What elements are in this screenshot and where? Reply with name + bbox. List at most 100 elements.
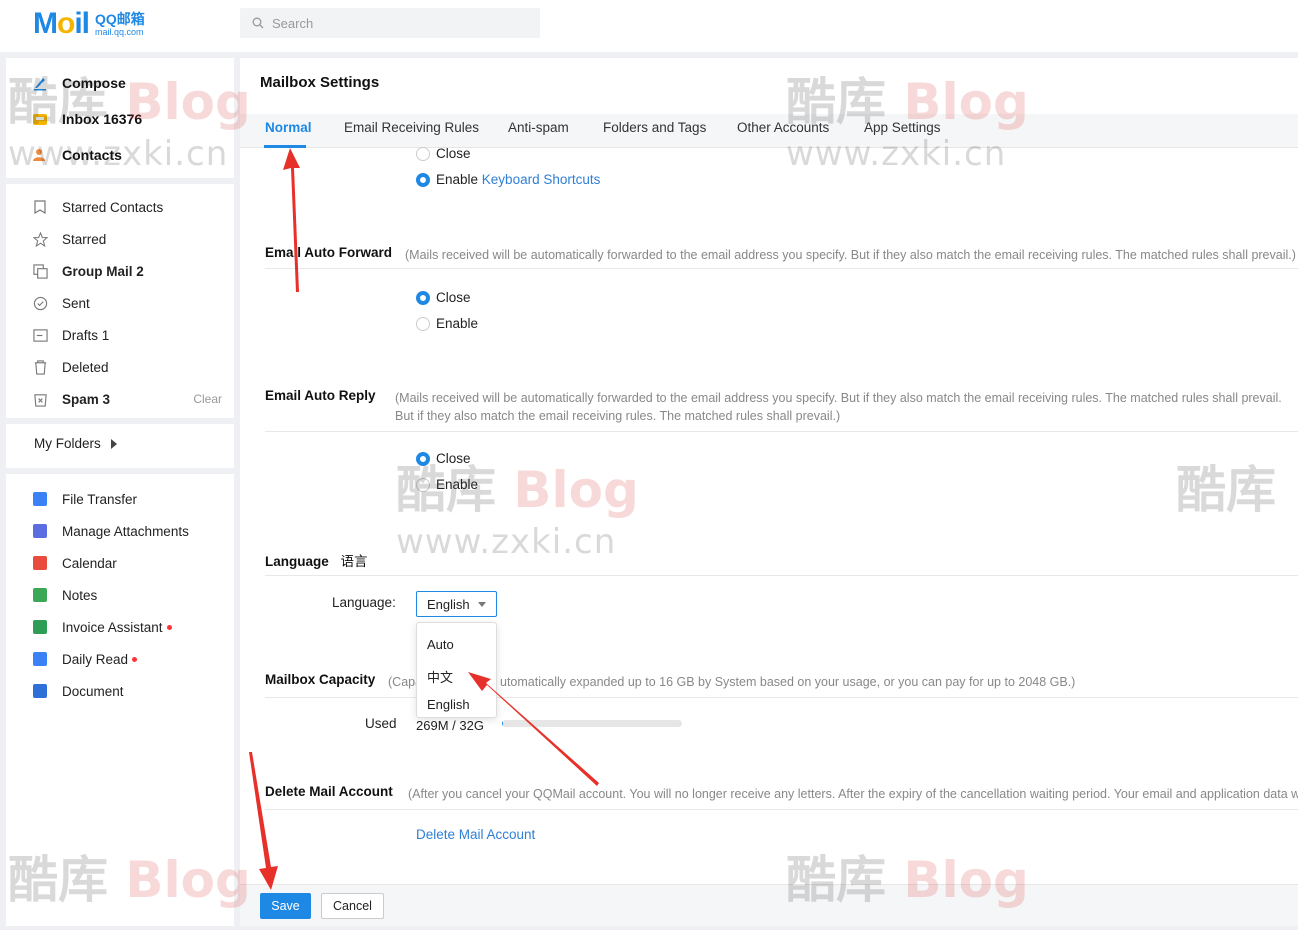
auto-forward-desc: (Mails received will be automatically fo… [405,248,1296,262]
search-icon [252,17,264,29]
used-value: 269M / 32G [416,718,484,733]
qq-mail-logo[interactable]: Moil QQ邮箱 mail.qq.com [33,7,145,40]
chevron-down-icon [478,602,486,607]
radio-label: Close [436,290,471,305]
sidebar-item-sent[interactable]: Sent [32,293,222,313]
star-icon [32,231,48,247]
inbox-icon [32,111,48,127]
tab-other-accounts[interactable]: Other Accounts [737,120,829,135]
file-transfer-icon [32,491,48,507]
sidebar-item-label: Drafts 1 [62,327,110,343]
sidebar-item-label: Manage Attachments [62,523,189,539]
sidebar-item-file-transfer[interactable]: File Transfer [32,489,222,509]
sidebar-item-starred-contacts[interactable]: Starred Contacts [32,197,222,217]
settings-tabs: Normal Email Receiving Rules Anti-spam F… [240,114,1298,148]
radio-on-icon [416,290,430,305]
sidebar-item-invoice-assistant[interactable]: Invoice Assistant [32,617,222,637]
sidebar-item-calendar[interactable]: Calendar [32,553,222,573]
sidebar-item-starred[interactable]: Starred [32,229,222,249]
radio-label: Enable [436,316,479,331]
auto-forward-title: Email Auto Forward [265,245,393,260]
save-button[interactable]: Save [260,893,311,919]
radio-label: Close [436,451,471,466]
radio-off-icon [416,477,430,492]
radio-label: Close [436,146,471,161]
capacity-title: Mailbox Capacity [265,672,376,687]
clear-spam-button[interactable]: Clear [193,392,222,406]
sidebar-item-label: Sent [62,295,90,311]
auto-forward-enable-radio[interactable]: Enable [416,316,478,331]
auto-reply-enable-radio[interactable]: Enable [416,477,478,492]
cancel-button[interactable]: Cancel [321,893,384,919]
my-folders-toggle[interactable]: My Folders [34,436,117,451]
capacity-desc: utomatically expanded up to 16 GB by Sys… [500,675,1076,689]
language-select[interactable]: English [416,591,497,617]
sidebar-item-label: Deleted [62,359,109,375]
tab-anti-spam[interactable]: Anti-spam [508,120,569,135]
sidebar-item-label: Invoice Assistant [62,619,163,635]
language-option-english[interactable]: English [427,697,470,712]
keyboard-enable-radio[interactable]: Enable Keyboard Shortcuts [416,172,600,187]
divider [265,809,1298,810]
expand-arrow-icon [110,438,117,449]
compose-button[interactable]: Compose [32,73,126,93]
sidebar-item-label: Spam 3 [62,391,111,407]
language-option-auto[interactable]: Auto [427,637,454,652]
notification-dot [166,624,172,630]
sidebar-item-label: Document [62,683,124,699]
sidebar-item-label: File Transfer [62,491,138,507]
delete-account-desc: (After you cancel your QQMail account. Y… [408,787,1298,801]
search-input[interactable]: Search [240,8,540,38]
search-placeholder: Search [272,15,314,31]
compose-label: Compose [62,75,126,91]
contacts-label: Contacts [62,147,122,163]
tab-normal[interactable]: Normal [265,120,312,135]
language-selected-value: English [427,596,470,612]
sidebar-item-manage-attachments[interactable]: Manage Attachments [32,521,222,541]
sidebar-item-drafts[interactable]: Drafts 1 [32,325,222,345]
tab-folders-and-tags[interactable]: Folders and Tags [603,120,706,135]
sidebar-item-inbox[interactable]: Inbox 16376 [32,109,142,129]
notification-dot [132,656,138,662]
bookmark-icon [32,199,48,215]
language-title: Language 语言 [265,550,368,570]
sidebar-item-notes[interactable]: Notes [32,585,222,605]
drafts-icon [32,327,48,343]
language-title-en: Language [265,554,329,569]
sidebar-item-group-mail[interactable]: Group Mail 2 [32,261,222,281]
keyboard-shortcuts-link[interactable]: Keyboard Shortcuts [482,172,601,187]
sidebar-item-deleted[interactable]: Deleted [32,357,222,377]
group-mail-icon [32,263,48,279]
document-icon [32,683,48,699]
settings-footer: Save Cancel [240,884,1298,926]
top-bar: Moil QQ邮箱 mail.qq.com Search [0,0,1298,52]
inbox-label: Inbox 16376 [62,111,143,127]
auto-forward-close-radio[interactable]: Close [416,290,471,305]
sidebar-item-label: Daily Read [62,651,129,667]
auto-reply-desc-line2: But if they also match the email receivi… [395,409,841,423]
capacity-progress-fill [502,720,504,727]
delete-account-link[interactable]: Delete Mail Account [416,827,535,842]
language-option-chinese[interactable]: 中文 [427,667,453,686]
radio-on-icon [416,172,430,187]
tab-email-receiving-rules[interactable]: Email Receiving Rules [344,120,479,135]
logo-name: QQ邮箱 [95,10,145,27]
sidebar-item-spam[interactable]: Spam 3 Clear [32,389,222,409]
logo-word: Moil [33,7,90,40]
keyboard-close-radio[interactable]: Close [416,146,471,161]
sidebar-item-document[interactable]: Document [32,681,222,701]
sidebar-item-daily-read[interactable]: Daily Read [32,649,222,669]
sidebar-item-contacts[interactable]: Contacts [32,145,122,165]
auto-reply-close-radio[interactable]: Close [416,451,471,466]
trash-icon [32,359,48,375]
capacity-progress-bar [502,720,682,727]
contacts-icon [32,147,48,163]
sidebar-divider [6,468,234,474]
divider [265,268,1298,269]
auto-reply-title: Email Auto Reply [265,388,376,403]
auto-reply-desc: (Mails received will be automatically fo… [395,391,1282,405]
sidebar-item-label: Group Mail 2 [62,263,144,279]
tab-app-settings[interactable]: App Settings [864,120,941,135]
notes-icon [32,587,48,603]
sidebar-item-label: Starred Contacts [62,199,164,215]
